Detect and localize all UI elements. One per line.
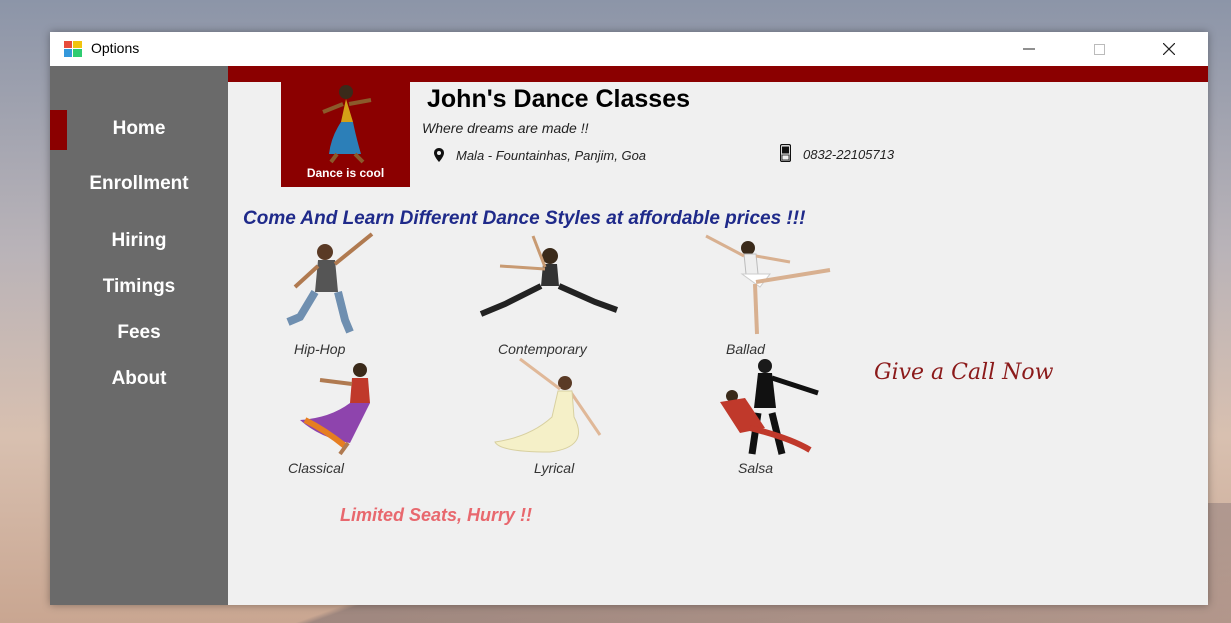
location-pin-icon (434, 148, 444, 162)
style-label-lyrical: Lyrical (534, 460, 575, 476)
minimize-icon (1023, 48, 1035, 50)
tagline: Where dreams are made !! (422, 120, 589, 136)
style-label-contemporary: Contemporary (498, 341, 587, 357)
limited-seats-text: Limited Seats, Hurry !! (340, 505, 533, 525)
salsa-dancers-image (720, 359, 819, 455)
sidebar-item-about[interactable]: About (50, 368, 228, 390)
hip-hop-dancer-image (286, 232, 374, 334)
address-text: Mala - Fountainhas, Panjim, Goa (456, 148, 647, 163)
style-label-hip-hop: Hip-Hop (294, 341, 346, 357)
dancer-logo-image (322, 85, 372, 164)
style-label-classical: Classical (288, 460, 345, 476)
logo-caption: Dance is cool (306, 166, 385, 180)
contemporary-dancer-image (479, 235, 619, 317)
phone-text: 0832-22105713 (803, 147, 895, 162)
sidebar-item-fees[interactable]: Fees (50, 322, 228, 344)
logo: Dance is cool (281, 82, 410, 187)
close-icon (1163, 43, 1175, 55)
close-button[interactable] (1146, 32, 1192, 66)
sidebar-item-home[interactable]: Home (50, 118, 228, 140)
style-label-salsa: Salsa (738, 460, 774, 476)
sidebar-item-timings[interactable]: Timings (50, 276, 228, 298)
options-window: Options Home Enrollment Hiring Timings F… (50, 32, 1208, 605)
app-window-icon (64, 41, 82, 57)
window-title: Options (91, 40, 140, 56)
mobile-phone-icon (780, 144, 791, 162)
sidebar-item-hiring[interactable]: Hiring (50, 230, 228, 252)
title-bar: Options (50, 32, 1208, 66)
address: Mala - Fountainhas, Panjim, Goa (434, 148, 646, 163)
school-name: John's Dance Classes (427, 85, 691, 113)
ballad-dancer-image (705, 234, 831, 335)
minimize-button[interactable] (1006, 32, 1052, 66)
lyrical-dancer-image (494, 357, 602, 453)
phone: 0832-22105713 (780, 144, 894, 162)
classical-dancer-image (300, 363, 370, 456)
maximize-button[interactable] (1076, 32, 1122, 66)
sidebar-item-enrollment[interactable]: Enrollment (50, 173, 228, 195)
header-accent-bar (228, 66, 1208, 82)
sidebar: Home Enrollment Hiring Timings Fees Abou… (50, 66, 228, 605)
style-label-ballad: Ballad (726, 341, 765, 357)
maximize-icon (1093, 43, 1105, 55)
call-now-text: Give a Call Now (874, 360, 1054, 385)
promo-headline: Come And Learn Different Dance Styles at… (243, 208, 806, 229)
